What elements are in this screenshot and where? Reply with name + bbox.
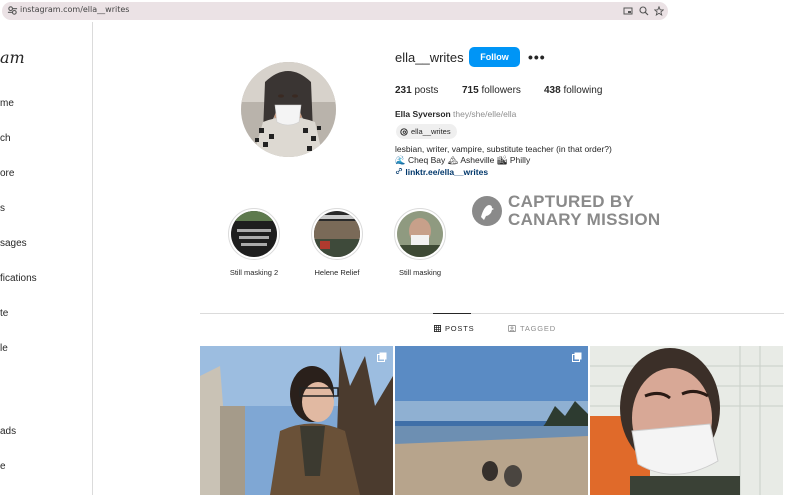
sidebar-item-messages[interactable]: sages: [0, 238, 27, 249]
posts-count: 231: [395, 85, 412, 96]
sidebar-item-threads[interactable]: ads: [0, 426, 16, 437]
sidebar-item-profile[interactable]: le: [0, 343, 8, 354]
profile-full-name: Ella Syverson: [395, 109, 451, 119]
url-text[interactable]: instagram.com/ella__writes: [20, 5, 129, 14]
threads-handle: ella__writes: [411, 127, 451, 136]
bio-location-2: 🏔 Asheville: [447, 155, 495, 165]
followers-count: 715: [462, 85, 479, 96]
bio-link-row[interactable]: linktr.ee/ella__writes: [395, 167, 488, 177]
highlight-label-2: Helene Relief: [314, 268, 360, 277]
site-settings-icon[interactable]: [7, 5, 18, 16]
bio-location-1: 🌊 Cheq Bay: [395, 155, 446, 165]
link-icon: [395, 168, 403, 174]
posts-stat: 231 posts: [395, 85, 438, 96]
post-image-2: [395, 346, 588, 495]
sidebar-item-notifications[interactable]: fications: [0, 273, 37, 284]
zoom-icon[interactable]: [639, 6, 649, 16]
highlight-still-masking-2[interactable]: [228, 208, 280, 260]
post-image-3: [590, 346, 783, 495]
post-image-1: [200, 346, 393, 495]
posts-stat-label: posts: [414, 85, 439, 96]
highlight-label-1: Still masking 2: [229, 268, 279, 277]
profile-username: ella__writes: [395, 50, 464, 65]
followers-stat-label: followers: [481, 85, 521, 96]
sidebar-item-create[interactable]: te: [0, 308, 8, 319]
threads-icon: [400, 127, 408, 136]
tab-posts[interactable]: POSTS: [434, 324, 474, 333]
highlight-helene-relief[interactable]: [311, 208, 363, 260]
watermark-line-2: CANARY MISSION: [508, 210, 661, 229]
tab-posts-label: POSTS: [445, 324, 475, 333]
avatar-image: [241, 62, 336, 157]
bio-link[interactable]: linktr.ee/ella__writes: [405, 167, 488, 177]
sidebar-item-home[interactable]: me: [0, 98, 14, 109]
address-bar[interactable]: instagram.com/ella__writes: [2, 2, 668, 20]
highlight-still-masking[interactable]: [394, 208, 446, 260]
sidebar-item-reels[interactable]: s: [0, 203, 5, 214]
post-thumbnail-2[interactable]: [395, 346, 588, 495]
sidebar-item-explore[interactable]: ore: [0, 168, 14, 179]
tabs-divider: [200, 313, 784, 314]
following-stat[interactable]: 438 following: [544, 85, 602, 96]
following-count: 438: [544, 85, 561, 96]
cast-icon[interactable]: [623, 6, 633, 16]
watermark-line-1: CAPTURED BY: [508, 192, 635, 211]
sidebar-nav: am me ch ore s sages fications te le ads…: [0, 22, 93, 495]
threads-badge[interactable]: ella__writes: [396, 124, 457, 139]
post-thumbnail-3[interactable]: [590, 346, 783, 495]
tab-tagged[interactable]: TAGGED: [508, 324, 556, 333]
tagged-icon: [508, 325, 516, 332]
bookmark-star-icon[interactable]: [654, 6, 664, 16]
tab-tagged-label: TAGGED: [520, 324, 556, 333]
sidebar-item-search[interactable]: ch: [0, 133, 11, 144]
canary-bird-icon: [472, 196, 502, 226]
bio-location-3: 🏙 Philly: [496, 155, 531, 165]
canary-mission-watermark: CAPTURED BY CANARY MISSION: [472, 193, 661, 229]
bio-line-1: lesbian, writer, vampire, substitute tea…: [395, 144, 612, 154]
following-stat-label: following: [563, 85, 603, 96]
multiple-photos-icon: [377, 352, 387, 362]
highlight-label-3: Still masking: [398, 268, 442, 277]
active-tab-indicator: [433, 313, 471, 314]
post-thumbnail-1[interactable]: [200, 346, 393, 495]
more-options-button[interactable]: •••: [528, 49, 546, 65]
followers-stat[interactable]: 715 followers: [462, 85, 521, 96]
multiple-photos-icon: [572, 352, 582, 362]
bio-line-2: 🌊 Cheq Bay 🏔 Asheville 🏙 Philly: [395, 155, 530, 166]
profile-avatar[interactable]: [241, 62, 336, 157]
browser-toolbar: instagram.com/ella__writes: [0, 0, 800, 22]
sidebar-item-more[interactable]: e: [0, 461, 6, 472]
instagram-logo[interactable]: am: [0, 48, 25, 67]
follow-button[interactable]: Follow: [469, 47, 520, 67]
grid-icon: [434, 325, 441, 332]
profile-pronouns: they/she/elle/ella: [453, 109, 517, 119]
watermark-text: CAPTURED BY CANARY MISSION: [508, 193, 661, 229]
